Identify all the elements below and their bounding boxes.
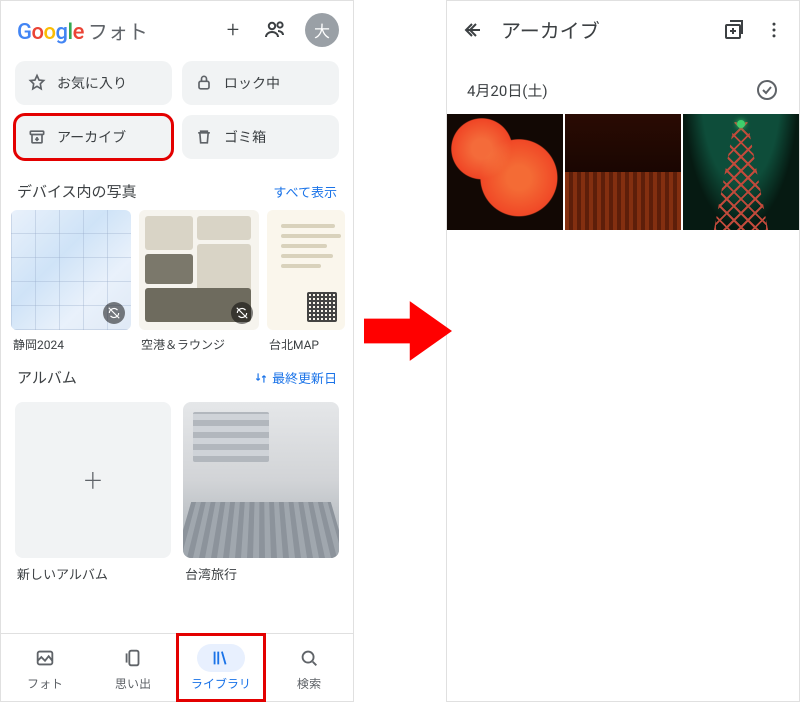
qr-icon: [307, 292, 337, 322]
header: Google フォト + 大: [1, 1, 353, 57]
folder-label: 台北MAP: [267, 330, 345, 353]
app-title: Google フォト: [17, 16, 148, 45]
nav-library[interactable]: ライブラリ: [177, 634, 265, 701]
photo-thumb[interactable]: [683, 114, 799, 230]
date-group-header: 4月20日(土): [447, 54, 799, 112]
device-folder-card[interactable]: 台北MAP: [267, 210, 345, 353]
new-album-thumb: +: [15, 402, 171, 558]
more-icon[interactable]: [761, 17, 787, 43]
album-label: 新しいアルバム: [15, 558, 171, 583]
section-title: デバイス内の写真: [17, 181, 137, 202]
sort-label: 最終更新日: [272, 368, 337, 387]
arrow-left-icon: [461, 18, 485, 42]
share-people-icon[interactable]: [263, 18, 287, 42]
album-card[interactable]: 台湾旅行: [183, 402, 339, 583]
page-title: アーカイブ: [501, 15, 707, 44]
folder-thumb: [267, 210, 345, 330]
chip-label: お気に入り: [57, 73, 127, 93]
chip-label: ロック中: [224, 73, 280, 93]
google-logo: Google: [17, 20, 84, 45]
back-button[interactable]: [459, 16, 487, 44]
folder-label: 静岡2024: [11, 330, 131, 353]
chip-locked[interactable]: ロック中: [182, 61, 339, 105]
nav-photos[interactable]: フォト: [1, 634, 89, 701]
device-folder-card[interactable]: 静岡2024: [11, 210, 131, 353]
album-label: 台湾旅行: [183, 558, 339, 583]
trash-icon: [194, 127, 214, 147]
archive-screen: アーカイブ 4月20日(土): [446, 0, 800, 702]
bottom-nav: フォト 思い出 ライブラリ 検索: [1, 633, 353, 701]
sort-button[interactable]: 最終更新日: [254, 368, 337, 387]
new-album-card[interactable]: + 新しいアルバム: [15, 402, 171, 583]
photo-thumb[interactable]: [447, 114, 563, 230]
star-icon: [27, 73, 47, 93]
library-screen: Google フォト + 大 お気に入り: [0, 0, 354, 702]
nav-label: フォト: [27, 675, 63, 692]
library-icon: [210, 647, 232, 669]
device-photos-header: デバイス内の写真 すべて表示: [1, 167, 353, 210]
nav-label: 思い出: [115, 675, 151, 692]
folder-thumb: [139, 210, 259, 330]
sync-off-icon: [103, 302, 125, 324]
chip-favorites[interactable]: お気に入り: [15, 61, 172, 105]
photo-thumb[interactable]: [565, 114, 681, 230]
sync-off-icon: [231, 302, 253, 324]
show-all-link[interactable]: すべて表示: [273, 182, 337, 201]
memories-icon: [122, 647, 144, 669]
device-photos-row[interactable]: 静岡2024 空港＆ラウンジ: [1, 210, 353, 353]
header-actions: + 大: [221, 13, 339, 47]
nav-label: ライブラリ: [191, 675, 251, 692]
folder-thumb: [11, 210, 131, 330]
plus-icon: +: [84, 461, 102, 499]
album-thumb: [183, 402, 339, 558]
search-icon: [298, 647, 320, 669]
nav-memories[interactable]: 思い出: [89, 634, 177, 701]
date-label: 4月20日(土): [467, 80, 548, 101]
photo-grid: [447, 112, 799, 230]
add-to-icon[interactable]: [721, 17, 747, 43]
chip-grid: お気に入り ロック中 アーカイブ ゴミ箱: [1, 57, 353, 167]
lock-icon: [194, 73, 214, 93]
chip-archive[interactable]: アーカイブ: [15, 115, 172, 159]
add-icon[interactable]: +: [221, 18, 245, 42]
flow-arrow-icon: [364, 295, 452, 367]
select-all-toggle[interactable]: [755, 78, 779, 102]
archive-header: アーカイブ: [447, 1, 799, 54]
archive-icon: [27, 127, 47, 147]
chip-label: アーカイブ: [57, 127, 126, 147]
album-header: アルバム 最終更新日: [1, 353, 353, 396]
chip-trash[interactable]: ゴミ箱: [182, 115, 339, 159]
section-title: アルバム: [17, 367, 77, 388]
album-row[interactable]: + 新しいアルバム 台湾旅行: [1, 396, 353, 583]
app-name-suffix: フォト: [88, 16, 148, 45]
photo-icon: [34, 647, 56, 669]
nav-search[interactable]: 検索: [265, 634, 353, 701]
nav-label: 検索: [297, 675, 321, 692]
folder-label: 空港＆ラウンジ: [139, 330, 259, 353]
avatar[interactable]: 大: [305, 13, 339, 47]
chip-label: ゴミ箱: [224, 127, 266, 147]
device-folder-card[interactable]: 空港＆ラウンジ: [139, 210, 259, 353]
